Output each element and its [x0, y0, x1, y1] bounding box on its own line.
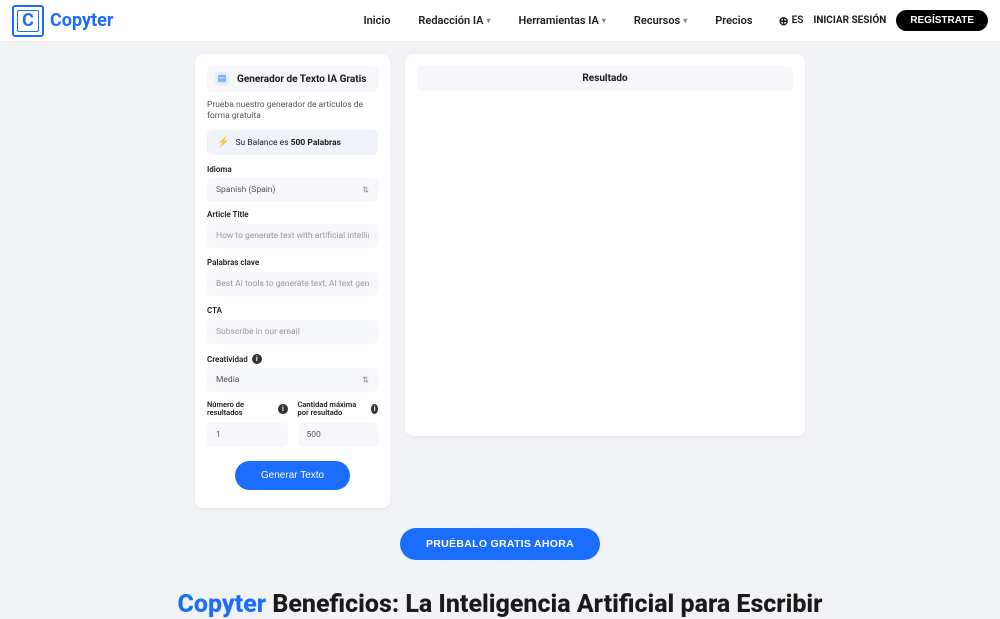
- chevron-down-icon: ▾: [683, 16, 687, 25]
- idioma-select[interactable]: Spanish (Spain): [207, 178, 378, 202]
- language-selector[interactable]: ⊕ ES: [779, 14, 804, 28]
- nav-herramientas[interactable]: Herramientas IA▾: [518, 14, 605, 27]
- result-title: Resultado: [417, 66, 793, 91]
- article-title-label: Article Title: [207, 210, 378, 219]
- chevron-down-icon: ▾: [602, 16, 606, 25]
- idioma-label: Idioma: [207, 165, 378, 174]
- nav-inicio[interactable]: Inicio: [363, 14, 390, 27]
- card-title: Generador de Texto IA Gratis: [237, 74, 366, 85]
- logo-icon: C: [12, 5, 44, 37]
- globe-icon: ⊕: [779, 14, 789, 28]
- chevron-down-icon: ▾: [486, 16, 490, 25]
- creativity-label: Creatividad: [207, 355, 248, 364]
- balance-text: Su Balance es 500 Palabras: [235, 138, 340, 148]
- info-icon[interactable]: i: [278, 404, 287, 414]
- generator-card: ▤ Generador de Texto IA Gratis Prueba nu…: [195, 54, 390, 508]
- keywords-input[interactable]: [207, 272, 378, 296]
- card-subtitle: Prueba nuestro generador de artículos de…: [207, 100, 378, 122]
- article-title-input[interactable]: [207, 224, 378, 248]
- max-words-label: Cantidad máxima por resultado: [298, 401, 368, 418]
- try-free-button[interactable]: PRUÉBALO GRATIS AHORA: [400, 528, 600, 560]
- num-results-label: Número de resultados: [207, 401, 274, 418]
- num-results-input[interactable]: [207, 423, 288, 447]
- header: C Copyter Inicio Redacción IA▾ Herramien…: [0, 0, 1000, 42]
- benefits-brand: Copyter: [178, 590, 267, 619]
- result-card: Resultado: [405, 54, 805, 436]
- max-words-input[interactable]: [298, 423, 379, 447]
- card-icon: ▤: [215, 72, 229, 86]
- logo[interactable]: C Copyter: [12, 5, 113, 37]
- benefits-rest: Beneficios: La Inteligencia Artificial p…: [266, 590, 822, 619]
- info-icon[interactable]: i: [371, 404, 378, 414]
- creativity-select[interactable]: Media: [207, 368, 378, 392]
- keywords-label: Palabras clave: [207, 258, 378, 267]
- logo-text: Copyter: [50, 10, 113, 31]
- cta-input[interactable]: [207, 320, 378, 344]
- register-button[interactable]: REGÍSTRATE: [896, 10, 988, 31]
- benefits-heading: Copyter Beneficios: La Inteligencia Arti…: [0, 590, 1000, 619]
- header-actions: ⊕ ES INICIAR SESIÓN REGÍSTRATE: [779, 10, 988, 31]
- nav-precios[interactable]: Precios: [715, 14, 752, 27]
- card-header: ▤ Generador de Texto IA Gratis: [207, 66, 378, 92]
- main: ▤ Generador de Texto IA Gratis Prueba nu…: [0, 42, 1000, 508]
- nav-recursos[interactable]: Recursos▾: [634, 14, 687, 27]
- login-link[interactable]: INICIAR SESIÓN: [813, 15, 886, 26]
- balance-box: ⚡ Su Balance es 500 Palabras: [207, 130, 378, 155]
- nav: Inicio Redacción IA▾ Herramientas IA▾ Re…: [363, 14, 752, 27]
- info-icon[interactable]: i: [252, 354, 262, 364]
- cta-label: CTA: [207, 306, 378, 315]
- nav-redaccion[interactable]: Redacción IA▾: [418, 14, 490, 27]
- cta-row: PRUÉBALO GRATIS AHORA: [0, 528, 1000, 560]
- bolt-icon: ⚡: [217, 137, 229, 148]
- generate-button[interactable]: Generar Texto: [235, 461, 350, 490]
